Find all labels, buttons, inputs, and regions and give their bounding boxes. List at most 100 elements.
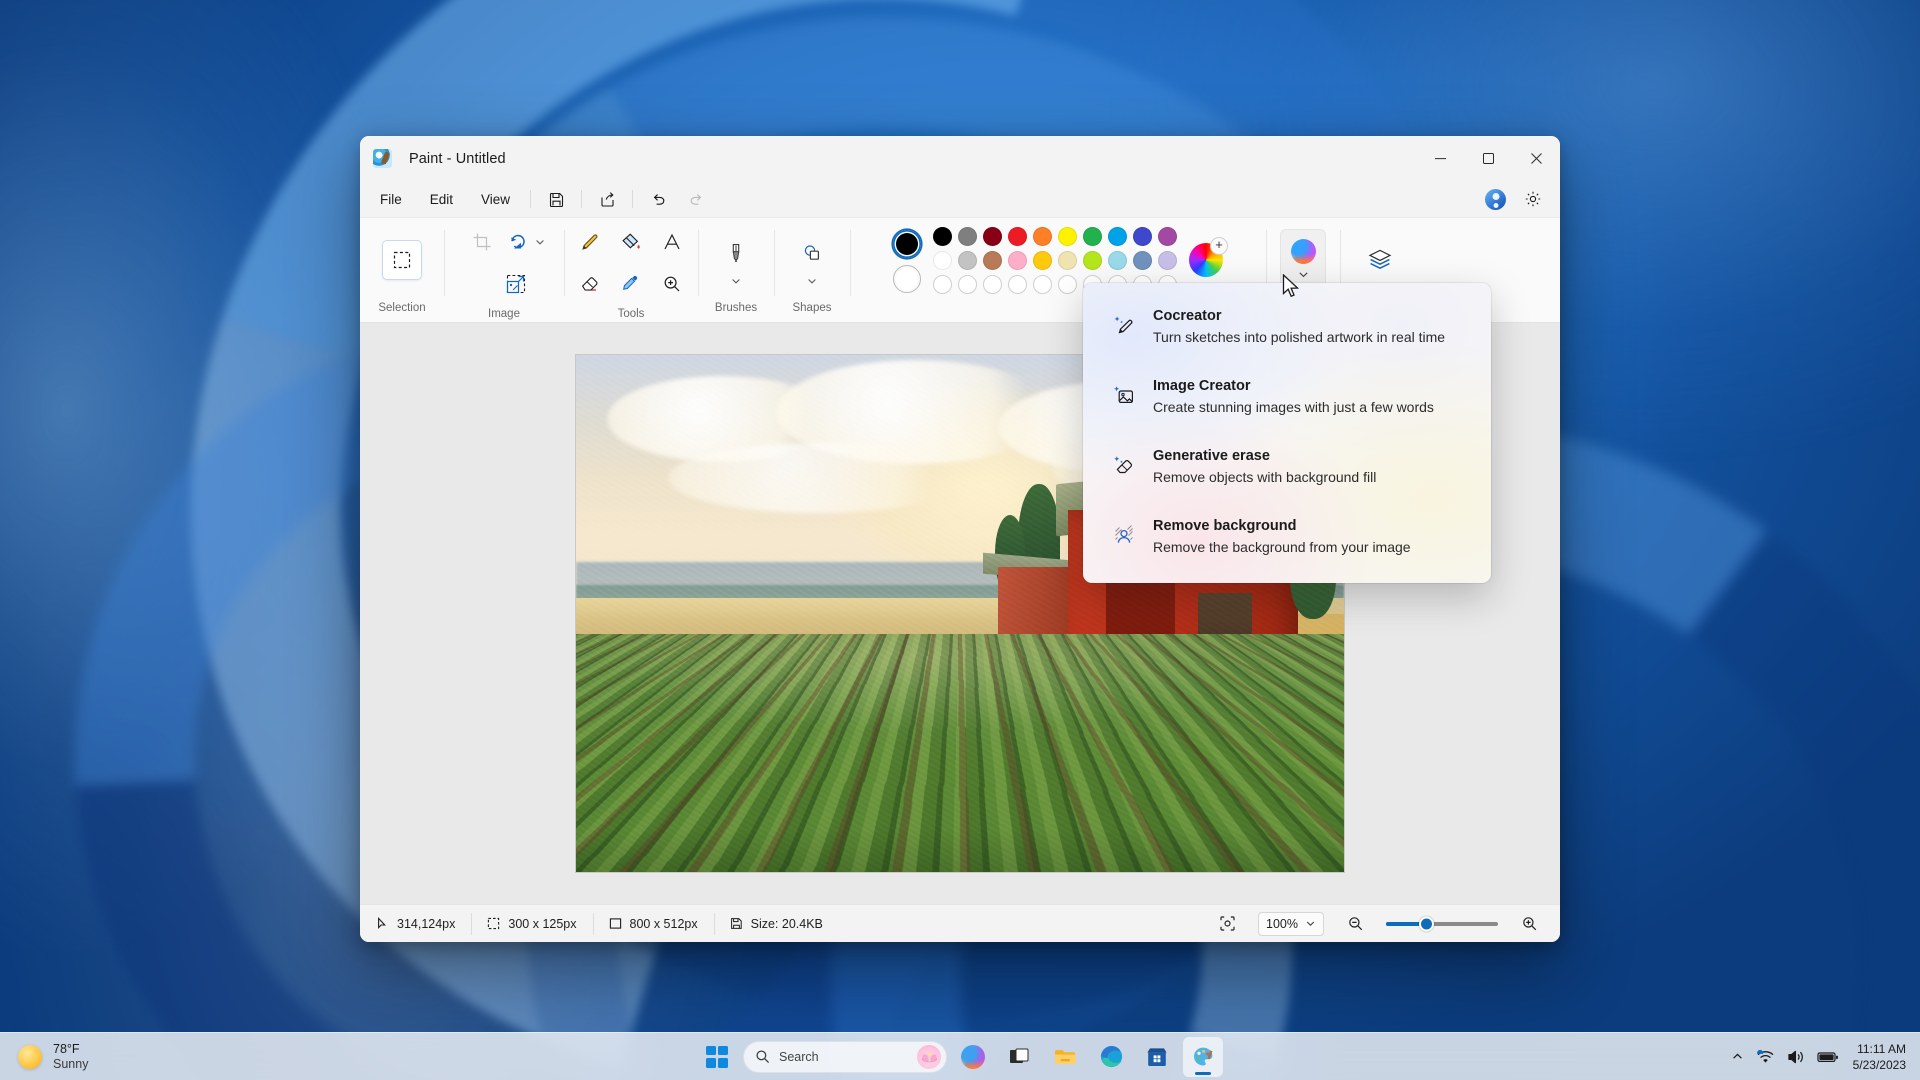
color-wheel-picker-button[interactable]	[1189, 237, 1228, 277]
gear-icon[interactable]	[1516, 184, 1550, 214]
color-swatch[interactable]	[1033, 250, 1052, 270]
zoom-out-button[interactable]	[1338, 909, 1372, 939]
paint-icon	[1194, 1047, 1213, 1065]
color-swatch[interactable]	[958, 250, 977, 270]
custom-color-slot[interactable]	[958, 274, 977, 294]
crop-tool[interactable]	[462, 222, 502, 262]
title-bar[interactable]: Paint - Untitled	[360, 136, 1560, 181]
color-swatch[interactable]	[1058, 250, 1077, 270]
mouse-cursor	[1282, 273, 1302, 302]
primary-color-swatch[interactable]	[893, 230, 921, 258]
ribbon-group-tools: Tools	[564, 218, 698, 322]
save-button[interactable]	[539, 184, 573, 214]
copilot-menu-item-text: Image Creator Create stunning images wit…	[1153, 376, 1434, 417]
clock-time: 11:11 AM	[1857, 1041, 1906, 1056]
search-box[interactable]: Search	[743, 1040, 947, 1073]
network-button[interactable]	[1756, 1049, 1775, 1065]
close-button[interactable]	[1512, 136, 1560, 181]
share-button[interactable]	[590, 184, 624, 214]
color-swatch[interactable]	[1108, 250, 1127, 270]
copilot-icon	[961, 1044, 985, 1069]
volume-button[interactable]	[1787, 1049, 1805, 1065]
color-picker-tool[interactable]	[611, 264, 651, 304]
color-swatch[interactable]	[1008, 226, 1027, 246]
menu-view[interactable]: View	[469, 185, 522, 213]
custom-color-slot[interactable]	[983, 274, 1002, 294]
clock[interactable]: 11:11 AM 5/23/2023	[1851, 1041, 1906, 1073]
custom-color-slot[interactable]	[1008, 274, 1027, 294]
brushes-chevron-down-icon[interactable]	[730, 275, 742, 287]
eraser-tool[interactable]	[570, 264, 610, 304]
color-swatch[interactable]	[983, 250, 1002, 270]
edge-icon	[1100, 1045, 1122, 1068]
taskbar-item-task-view[interactable]	[999, 1037, 1039, 1077]
redo-button[interactable]	[679, 184, 713, 214]
shapes-chevron-down-icon[interactable]	[806, 275, 818, 287]
text-tool[interactable]	[652, 222, 692, 262]
copilot-icon	[1290, 239, 1316, 264]
ribbon-group-shapes: Shapes	[774, 218, 850, 322]
cocreator-icon	[1111, 313, 1137, 339]
color-swatch[interactable]	[933, 250, 952, 270]
copilot-menu-item-subtitle: Remove objects with background fill	[1153, 468, 1377, 485]
color-swatch[interactable]	[983, 226, 1002, 246]
shapes-tool[interactable]	[792, 233, 832, 273]
color-swatch[interactable]	[1058, 226, 1077, 246]
clock-date: 5/23/2023	[1852, 1057, 1906, 1072]
ribbon-group-label: Shapes	[792, 302, 832, 314]
copilot-menu-item-generative-erase[interactable]: Generative erase Remove objects with bac…	[1089, 431, 1485, 501]
battery-button[interactable]	[1817, 1050, 1839, 1064]
start-button[interactable]	[697, 1037, 737, 1077]
undo-button[interactable]	[641, 184, 675, 214]
resize-and-skew-tool[interactable]	[496, 264, 536, 304]
weather-widget[interactable]: 78°F Sunny	[0, 1042, 88, 1072]
color-swatch[interactable]	[1083, 250, 1102, 270]
magnifier-tool[interactable]	[652, 264, 692, 304]
taskbar-item-edge[interactable]	[1091, 1037, 1131, 1077]
color-swatch[interactable]	[1133, 250, 1152, 270]
secondary-color-swatch[interactable]	[893, 264, 921, 293]
microsoft-store-icon	[1147, 1047, 1167, 1066]
zoom-level-select[interactable]: 100%	[1258, 911, 1324, 936]
color-swatch[interactable]	[933, 226, 952, 246]
zoom-in-button[interactable]	[1512, 909, 1546, 939]
color-swatch[interactable]	[1083, 226, 1102, 246]
rectangular-selection-tool[interactable]	[382, 240, 422, 280]
rotate-tool[interactable]	[503, 222, 533, 262]
copilot-menu-item-image-creator[interactable]: Image Creator Create stunning images wit…	[1089, 361, 1485, 431]
taskbar-item-microsoft-store[interactable]	[1137, 1037, 1177, 1077]
maximize-button[interactable]	[1464, 136, 1512, 181]
task-view-icon	[1010, 1048, 1029, 1063]
account-avatar[interactable]	[1485, 188, 1506, 210]
menu-edit[interactable]: Edit	[418, 185, 465, 213]
zoom-slider[interactable]	[1386, 916, 1498, 931]
color-swatch[interactable]	[1158, 250, 1177, 270]
custom-color-slot[interactable]	[1033, 274, 1052, 294]
custom-color-slot[interactable]	[1058, 274, 1077, 294]
color-swatch[interactable]	[1133, 226, 1152, 246]
zoom-slider-thumb[interactable]	[1419, 916, 1434, 931]
layers-button[interactable]	[1359, 239, 1401, 281]
weather-temperature: 78°F	[53, 1041, 80, 1056]
copilot-menu-item-remove-background[interactable]: Remove background Remove the background …	[1089, 501, 1485, 571]
color-swatch[interactable]	[1033, 226, 1052, 246]
menu-file[interactable]: File	[368, 185, 414, 213]
pencil-tool[interactable]	[570, 222, 610, 262]
color-swatch[interactable]	[958, 226, 977, 246]
color-swatch[interactable]	[1008, 250, 1027, 270]
color-swatch[interactable]	[1158, 226, 1177, 246]
fit-to-window-button[interactable]	[1210, 909, 1244, 939]
fill-tool[interactable]	[611, 222, 651, 262]
volume-icon	[1787, 1050, 1803, 1063]
color-swatch[interactable]	[1108, 226, 1127, 246]
taskbar-item-file-explorer[interactable]	[1045, 1037, 1085, 1077]
taskbar-item-paint[interactable]	[1183, 1036, 1223, 1077]
taskbar-item-copilot[interactable]	[953, 1037, 993, 1077]
show-hidden-icons-button[interactable]	[1731, 1050, 1744, 1063]
rotate-chevron-down-icon[interactable]	[534, 236, 546, 248]
minimize-button[interactable]	[1416, 136, 1464, 181]
custom-color-slot[interactable]	[933, 274, 952, 294]
zoom-controls: 100%	[1208, 909, 1548, 939]
lotus-icon[interactable]	[917, 1044, 941, 1069]
brushes-tool[interactable]	[716, 233, 756, 273]
